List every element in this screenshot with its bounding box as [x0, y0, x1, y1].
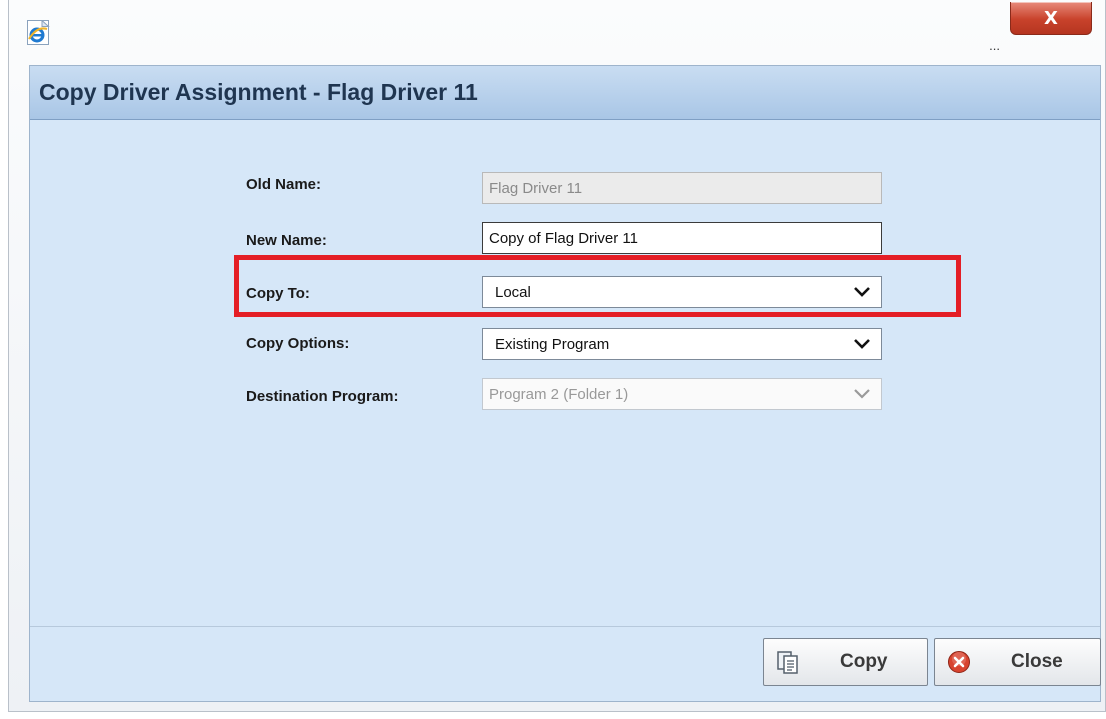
chevron-down-icon [854, 339, 870, 349]
close-circle-icon [948, 651, 970, 673]
close-button[interactable]: Close [934, 638, 1101, 686]
dialog-title: Copy Driver Assignment - Flag Driver 11 [39, 79, 478, 105]
new-name-input[interactable]: Copy of Flag Driver 11 [482, 222, 882, 254]
title-ellipsis: ... [989, 38, 1000, 53]
destination-program-value: Program 2 (Folder 1) [489, 385, 629, 403]
dialog-header: Copy Driver Assignment - Flag Driver 11 [30, 66, 1100, 120]
new-name-label: New Name: [246, 232, 327, 249]
copy-options-label: Copy Options: [246, 335, 350, 352]
copy-to-highlight [234, 255, 961, 317]
old-name-label: Old Name: [246, 176, 322, 193]
copy-document-icon [777, 651, 798, 674]
internet-explorer-icon [27, 19, 53, 46]
window-titlebar: ... X [9, 0, 1105, 62]
old-name-value: Flag Driver 11 [489, 179, 583, 197]
copy-button-label: Copy [840, 651, 888, 672]
destination-program-label: Destination Program: [246, 388, 399, 405]
old-name-field: Flag Driver 11 [482, 172, 882, 204]
close-icon: X [1044, 7, 1058, 29]
destination-program-select: Program 2 (Folder 1) [482, 378, 882, 410]
copy-options-select[interactable]: Existing Program [482, 328, 882, 360]
dialog-window: ... X Copy Driver Assignment - Flag Driv… [8, 0, 1106, 712]
chevron-down-icon [854, 389, 870, 399]
footer-divider [30, 626, 1100, 627]
copy-button[interactable]: Copy [763, 638, 928, 686]
window-close-button[interactable]: X [1010, 2, 1092, 35]
new-name-value: Copy of Flag Driver 11 [489, 229, 638, 247]
copy-options-value: Existing Program [495, 335, 610, 353]
dialog-client: Copy Driver Assignment - Flag Driver 11 … [29, 65, 1101, 702]
close-button-label: Close [1011, 651, 1063, 672]
